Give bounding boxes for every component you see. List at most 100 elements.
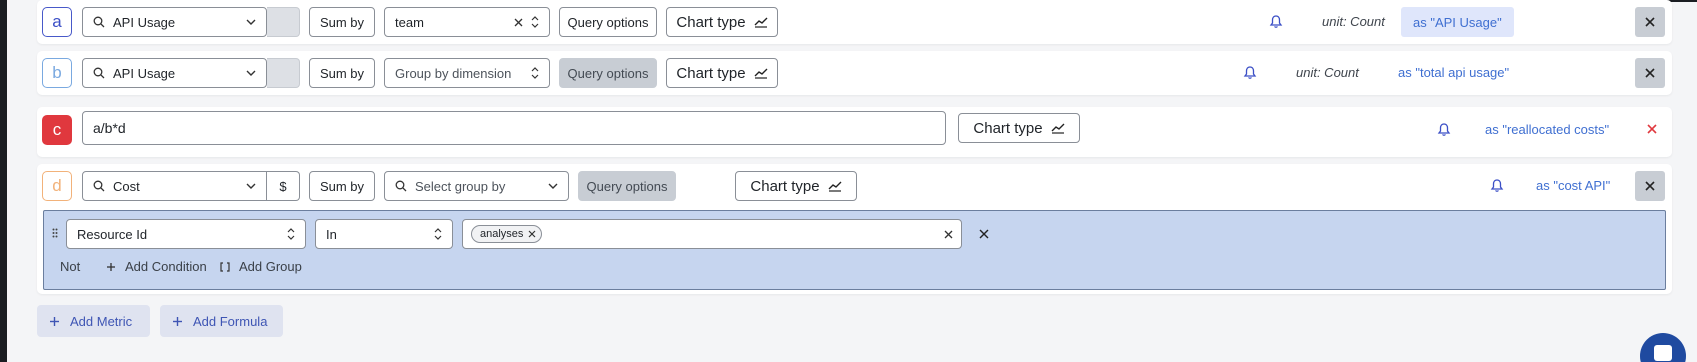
chevron-down-icon [246, 70, 256, 76]
chat-support-button[interactable] [1640, 333, 1686, 362]
add-condition-label: Add Condition [125, 259, 207, 274]
close-icon [1645, 68, 1655, 78]
group-by-placeholder: Group by dimension [395, 65, 512, 81]
filter-field-select[interactable]: Resource Id [66, 219, 306, 249]
line-chart-icon [1051, 122, 1065, 134]
add-group-label: Add Group [239, 259, 302, 274]
filter-field-value: Resource Id [77, 226, 148, 242]
query-options-button[interactable]: Query options [559, 58, 657, 88]
sort-updown-icon [531, 67, 539, 79]
chart-type-button[interactable]: Chart type [958, 113, 1080, 143]
sort-updown-icon [287, 228, 295, 240]
search-icon [93, 180, 105, 192]
not-toggle[interactable]: Not [60, 259, 80, 274]
chart-type-label: Chart type [750, 177, 820, 195]
left-edge-bar [0, 0, 7, 362]
chip-label: analyses [480, 228, 524, 240]
query-row-a: a API Usage Sum by team Query options Ch… [37, 0, 1672, 44]
chart-type-label: Chart type [676, 13, 746, 31]
add-metric-button[interactable]: Add Metric [37, 305, 150, 337]
alert-bell-icon[interactable] [1269, 14, 1283, 29]
plus-icon [172, 316, 183, 327]
metric-extension [267, 7, 300, 37]
clear-icon[interactable] [944, 230, 953, 239]
close-icon[interactable] [1647, 124, 1657, 134]
sum-by-button[interactable]: Sum by [309, 7, 375, 37]
chart-type-button[interactable]: Chart type [735, 171, 857, 201]
alias-label[interactable]: as "total api usage" [1398, 65, 1509, 80]
remove-query-button[interactable] [1635, 58, 1665, 88]
line-chart-icon [828, 180, 842, 192]
chevron-down-icon [246, 19, 256, 25]
chart-type-label: Chart type [973, 119, 1043, 137]
plus-icon [49, 316, 60, 327]
add-condition-button[interactable]: Add Condition [106, 259, 207, 274]
remove-chip-icon[interactable] [528, 230, 536, 238]
formula-expression: a/b*d [93, 120, 126, 136]
add-metric-label: Add Metric [70, 313, 133, 329]
metric-value: API Usage [113, 65, 176, 81]
alias-label[interactable]: as "API Usage" [1401, 7, 1514, 37]
currency-label: $ [267, 171, 300, 201]
close-icon [1645, 17, 1655, 27]
group-by-select-a[interactable]: team [384, 7, 550, 37]
metric-select-a[interactable]: API Usage [82, 7, 267, 37]
query-letter-b[interactable]: b [42, 58, 72, 88]
alias-label[interactable]: as "reallocated costs" [1485, 122, 1609, 137]
brackets-icon [220, 261, 230, 272]
line-chart-icon [754, 16, 768, 28]
alert-bell-icon[interactable] [1490, 178, 1504, 193]
chart-type-button[interactable]: Chart type [666, 58, 778, 88]
filter-operator-select[interactable]: In [315, 219, 453, 249]
alert-bell-icon[interactable] [1243, 65, 1257, 80]
remove-query-button[interactable] [1635, 7, 1665, 37]
search-icon [93, 16, 105, 28]
query-letter-a[interactable]: a [42, 7, 72, 37]
filter-operator-value: In [326, 226, 337, 242]
formula-row-c: c a/b*d Chart type as "reallocated costs… [37, 107, 1672, 157]
query-row-b: b API Usage Sum by Group by dimension Qu… [37, 51, 1672, 95]
plus-icon [106, 262, 116, 272]
metric-select-d[interactable]: Cost [82, 171, 267, 201]
filter-value-chip: analyses [471, 225, 543, 243]
metric-select-b[interactable]: API Usage [82, 58, 267, 88]
chevron-down-icon [548, 183, 558, 189]
metric-value: Cost [113, 178, 140, 194]
line-chart-icon [754, 67, 768, 79]
formula-input[interactable]: a/b*d [82, 111, 946, 145]
filter-group: Resource Id In analyses Not Add Conditio… [43, 210, 1666, 290]
sum-by-button[interactable]: Sum by [309, 58, 375, 88]
query-letter-d[interactable]: d [42, 171, 72, 201]
add-group-button[interactable]: Add Group [220, 259, 302, 274]
unit-label: unit: Count [1296, 65, 1359, 80]
query-options-button[interactable]: Query options [578, 171, 676, 201]
chart-type-button[interactable]: Chart type [666, 7, 778, 37]
alias-label[interactable]: as "cost API" [1536, 178, 1610, 193]
alert-bell-icon[interactable] [1437, 122, 1451, 137]
group-by-select-d[interactable]: Select group by [384, 171, 569, 201]
metric-value: API Usage [113, 14, 176, 30]
close-icon [1645, 181, 1655, 191]
sort-updown-icon [531, 16, 539, 28]
search-icon [93, 67, 105, 79]
clear-icon[interactable] [514, 18, 523, 27]
filter-values-input[interactable]: analyses [462, 219, 962, 249]
add-formula-button[interactable]: Add Formula [160, 305, 283, 337]
search-icon [395, 180, 407, 192]
metric-extension [267, 58, 300, 88]
sort-updown-icon [434, 228, 442, 240]
group-by-placeholder: Select group by [415, 178, 506, 194]
query-options-button[interactable]: Query options [559, 7, 657, 37]
sum-by-button[interactable]: Sum by [309, 171, 375, 201]
query-row-d: d Cost $ Sum by Select group by Query op… [37, 164, 1672, 294]
formula-letter-c[interactable]: c [42, 115, 72, 145]
drag-handle-icon[interactable] [52, 228, 58, 238]
group-by-value: team [395, 14, 424, 30]
unit-label: unit: Count [1322, 14, 1385, 29]
chat-icon [1654, 345, 1672, 361]
chart-type-label: Chart type [676, 64, 746, 82]
add-formula-label: Add Formula [193, 313, 268, 329]
remove-condition-icon[interactable] [979, 229, 989, 239]
group-by-select-b[interactable]: Group by dimension [384, 58, 550, 88]
remove-query-button[interactable] [1635, 171, 1665, 201]
